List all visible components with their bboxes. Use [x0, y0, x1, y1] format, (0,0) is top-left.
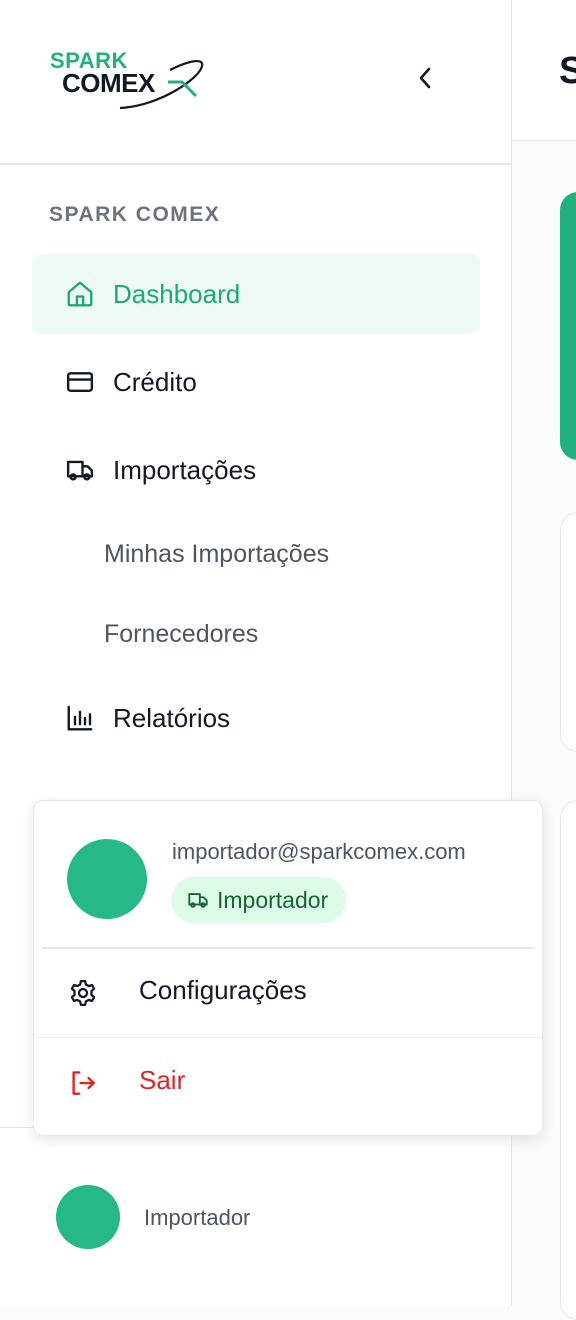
avatar: [56, 1185, 120, 1249]
sidebar-subitem-minhas-importacoes[interactable]: Minhas Importações: [104, 540, 329, 569]
sidebar-item-label: Importações: [113, 454, 257, 485]
sidebar-item-importacoes[interactable]: Importações: [32, 430, 480, 510]
page-title: S: [559, 50, 576, 92]
highlight-card: [560, 192, 576, 460]
logout-icon: [67, 1067, 99, 1099]
content-card: [560, 512, 576, 752]
bar-chart-icon: [64, 702, 96, 734]
sidebar-item-label: Dashboard: [113, 278, 241, 309]
sidebar-item-relatorios[interactable]: Relatórios: [32, 678, 480, 758]
truck-icon: [187, 889, 209, 911]
avatar: [67, 839, 147, 919]
collapse-sidebar-button[interactable]: [408, 62, 442, 98]
user-role-label: Importador: [144, 1205, 251, 1230]
chevron-left-icon: [417, 66, 433, 95]
top-bar: S: [512, 0, 576, 141]
sidebar-item-label: Relatórios: [113, 702, 231, 733]
home-icon: [64, 278, 96, 310]
settings-menu-item[interactable]: Configurações: [34, 949, 542, 1037]
divider: [34, 1037, 542, 1038]
sidebar-header: SPARK COMEX: [0, 0, 512, 165]
logout-menu-item[interactable]: Sair: [34, 1039, 542, 1127]
settings-label: Configurações: [139, 975, 307, 1005]
sidebar-subitem-fornecedores[interactable]: Fornecedores: [104, 620, 258, 649]
spark-comex-logo[interactable]: SPARK COMEX: [50, 48, 210, 112]
credit-card-icon: [64, 366, 96, 398]
role-badge-label: Importador: [217, 886, 329, 913]
sidebar-item-dashboard[interactable]: Dashboard: [32, 254, 480, 334]
user-menu-popover: importador@sparkcomex.com Importador Con…: [33, 800, 543, 1136]
user-profile-trigger[interactable]: Importador: [0, 1127, 512, 1306]
truck-icon: [64, 454, 96, 486]
gear-icon: [67, 977, 99, 1009]
user-email: importador@sparkcomex.com: [172, 839, 466, 864]
section-label: SPARK COMEX: [49, 203, 221, 226]
role-badge: Importador: [171, 877, 347, 923]
sidebar-item-label: Crédito: [113, 366, 197, 397]
sidebar-item-credito[interactable]: Crédito: [32, 342, 480, 422]
content-card: [560, 800, 576, 1320]
logout-label: Sair: [139, 1065, 186, 1095]
logo-text-comex: COMEX: [62, 68, 156, 98]
